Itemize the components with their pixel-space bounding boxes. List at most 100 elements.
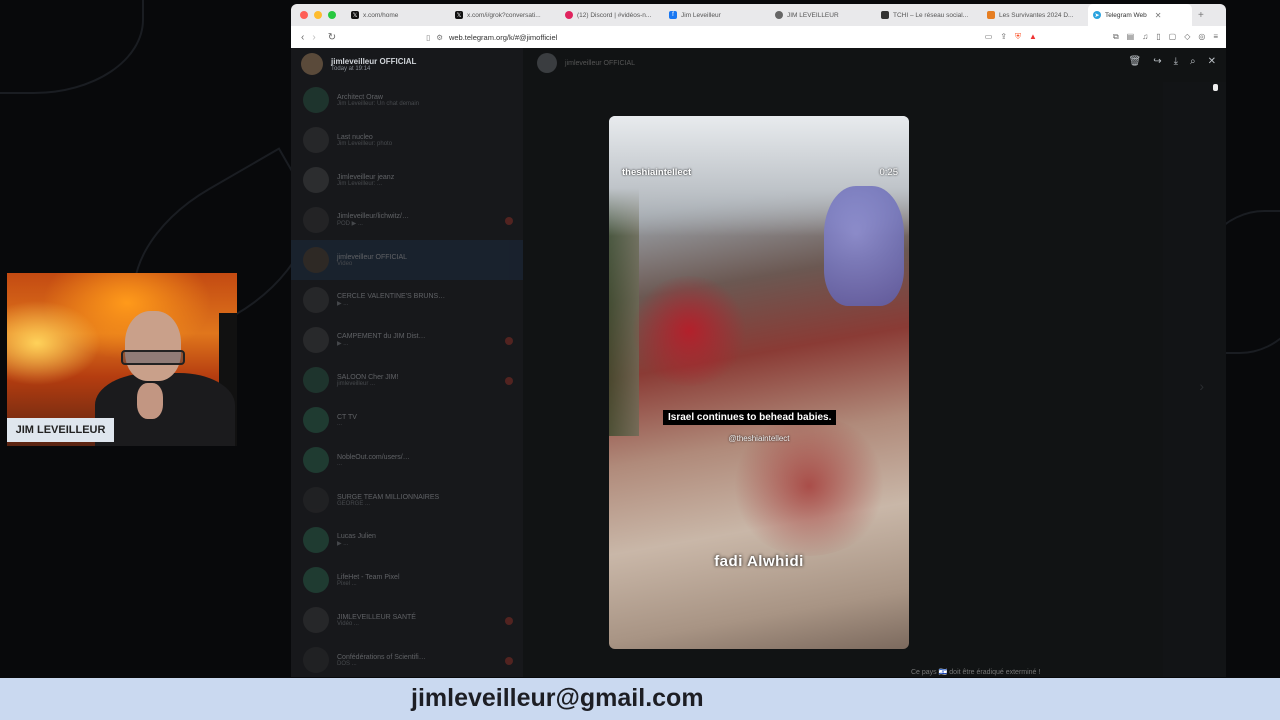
- avatar: [303, 167, 329, 193]
- chat-list-item[interactable]: CT TV...: [291, 400, 523, 440]
- chat-list-item[interactable]: SALOON Cher JIM! jimleveilleur ...: [291, 360, 523, 400]
- menu-icon[interactable]: ≡: [1213, 32, 1218, 42]
- video-timestamp: 0:25: [879, 167, 899, 178]
- chat-name: Architect Oraw: [337, 93, 383, 101]
- chat-preview: Vidéo ...: [337, 620, 359, 627]
- minimize-window-button[interactable]: [314, 11, 322, 19]
- chat-list-item[interactable]: SURGE TEAM MILLIONNAIRES GEORGE ...: [291, 480, 523, 520]
- chat-name: Jimleveilleur/lichwitz/…: [337, 213, 409, 220]
- chat-preview: ...: [337, 460, 343, 467]
- new-tab-button[interactable]: +: [1198, 10, 1204, 21]
- profile-header[interactable]: jimleveilleur OFFICIAL Today at 19:14: [291, 48, 523, 80]
- chat-name: CAMPEMENT du JIM Dist…: [337, 333, 426, 340]
- chat-preview: Jim Leveilleur: ...: [337, 180, 383, 187]
- tab-label: (12) Discord | #vidéos-n...: [577, 11, 652, 19]
- reload-icon[interactable]: ↻: [328, 32, 336, 43]
- chat-list-item[interactable]: CERCLE VALENTINE'S BRUNS… ▶ ...: [291, 280, 523, 320]
- wallet-icon[interactable]: ▤: [1127, 32, 1135, 42]
- chat-list-item[interactable]: Confédérations of Scientifi… DOS ...: [291, 640, 523, 677]
- close-icon[interactable]: ✕: [1208, 56, 1216, 67]
- share-icon[interactable]: ⇪: [1000, 32, 1007, 42]
- vpn-icon[interactable]: ◎: [1198, 32, 1205, 42]
- chat-preview: ▶ ...: [337, 541, 349, 547]
- chat-name: CT TV: [337, 413, 357, 421]
- avatar: [537, 53, 557, 73]
- brave-rewards-icon[interactable]: ▲: [1029, 32, 1037, 42]
- chat-list-item[interactable]: JIMLEVEILLEUR SANTÉ Vidéo ...: [291, 600, 523, 640]
- chat-list: Architect Oraw Jim Leveilleur: Un chat de…: [291, 80, 523, 677]
- chat-list-sidebar: jimleveilleur OFFICIAL Today at 19:14 Ar…: [291, 48, 523, 677]
- background-leaf-decoration: [0, 0, 144, 94]
- browser-tab[interactable]: f Jim Leveilleur: [664, 4, 770, 26]
- browser-tab-active[interactable]: ➤ Telegram Web ✕: [1088, 4, 1192, 26]
- tab-label: Telegram Web: [1105, 11, 1147, 19]
- forward-icon[interactable]: ↪: [1153, 56, 1161, 67]
- bookmark-icon[interactable]: ▯: [426, 33, 430, 42]
- webcam-detail: [95, 373, 235, 446]
- video-name-caption: fadi Alwhidi: [714, 553, 804, 570]
- chat-preview: ▶ ...: [337, 301, 349, 307]
- avatar: [303, 127, 329, 153]
- email-banner: jimleveilleur@gmail.com: [0, 678, 1280, 720]
- back-icon[interactable]: ‹: [301, 32, 304, 43]
- video-watermark: theshiaintellect: [622, 167, 692, 178]
- chat-preview: POD ▶ ...: [337, 221, 363, 227]
- browser-tab[interactable]: (12) Discord | #vidéos-n...: [560, 4, 664, 26]
- chat-name: LifeHet - Team Pixel: [337, 573, 400, 581]
- close-window-button[interactable]: [300, 11, 308, 19]
- zoom-icon[interactable]: ⌕: [1190, 56, 1196, 67]
- close-tab-icon[interactable]: ✕: [1155, 11, 1162, 20]
- video-subtitle: Israel continues to behead babies.: [663, 410, 837, 425]
- profile-name: jimleveilleur OFFICIAL: [331, 56, 417, 66]
- email-text: jimleveilleur@gmail.com: [411, 684, 704, 712]
- sidebar-icon[interactable]: ▯: [1156, 32, 1160, 42]
- video-player[interactable]: theshiaintellect 0:25 Israel continues t…: [609, 116, 909, 649]
- chat-list-item[interactable]: jimleveilleur OFFICIAL Video: [291, 240, 523, 280]
- chat-list-item[interactable]: LifeHet - Team Pixel Pixel ...: [291, 560, 523, 600]
- chat-name: Confédérations of Scientifi…: [337, 653, 426, 661]
- avatar: [303, 207, 329, 233]
- delete-icon[interactable]: 🗑: [1128, 56, 1141, 67]
- download-icon[interactable]: ⤓: [1174, 56, 1178, 67]
- chat-preview: Jim Leveilleur: photo: [337, 140, 393, 147]
- brave-shield-icon[interactable]: ⛨: [1015, 32, 1021, 42]
- chat-list-item[interactable]: Jimleveilleur/lichwitz/… POD ▶ ...: [291, 200, 523, 240]
- url-text[interactable]: web.telegram.org/k/#@jimofficiel: [449, 33, 557, 42]
- toolbar-right-icons: ▭ ⇪ ⛨ ▲ ⧉ ▤ ♫ ▯ ▢ ◇ ◎ ≡: [985, 32, 1218, 42]
- webcam-detail: [125, 311, 181, 381]
- pin-icon[interactable]: ◇: [1184, 32, 1190, 42]
- avatar: [303, 567, 329, 593]
- maximize-window-button[interactable]: [328, 11, 336, 19]
- browser-tab[interactable]: 𝕏x.com/home: [346, 4, 450, 26]
- browser-tab[interactable]: 𝕏x.com/i/grok?conversati...: [450, 4, 560, 26]
- screen-icon[interactable]: ▭: [985, 32, 993, 42]
- video-handle: @theshiaintellect: [728, 434, 790, 443]
- chat-preview: jimleveilleur ...: [337, 380, 376, 387]
- avatar: [303, 87, 329, 113]
- avatar: [303, 327, 329, 353]
- chat-list-item[interactable]: CAMPEMENT du JIM Dist… ▶ ...: [291, 320, 523, 360]
- unread-badge: [505, 377, 513, 385]
- browser-tab[interactable]: Les Survivantes 2024 D...: [982, 4, 1088, 26]
- chat-list-item[interactable]: Architect Oraw Jim Leveilleur: Un chat de…: [291, 80, 523, 120]
- chat-list-item[interactable]: Last nucleo Jim Leveilleur: photo: [291, 120, 523, 160]
- extensions-icon[interactable]: ⧉: [1113, 32, 1119, 42]
- tabs-icon[interactable]: ▢: [1169, 32, 1177, 42]
- chat-list-item[interactable]: Jimleveilleur jeanz Jim Leveilleur: ...: [291, 160, 523, 200]
- avatar: [303, 287, 329, 313]
- music-icon[interactable]: ♫: [1142, 32, 1148, 42]
- chat-list-item[interactable]: Lucas Julien ▶ ...: [291, 520, 523, 560]
- avatar: [303, 367, 329, 393]
- site-info-icon[interactable]: ⚙: [436, 33, 443, 42]
- browser-tab[interactable]: JIM LEVEILLEUR: [770, 4, 876, 26]
- address-bar[interactable]: ▯ ⚙ web.telegram.org/k/#@jimofficiel: [426, 33, 557, 42]
- chat-name: Lucas Julien: [337, 533, 376, 540]
- chat-list-item[interactable]: NobleOut.com/users/…...: [291, 440, 523, 480]
- chat-preview: DOS ...: [337, 660, 357, 667]
- browser-tab[interactable]: TCHI – Le réseau social...: [876, 4, 982, 26]
- forward-icon[interactable]: ›: [312, 32, 315, 43]
- next-media-arrow-icon[interactable]: ›: [1199, 378, 1204, 394]
- media-side-panel: [1163, 82, 1226, 677]
- x-logo-icon: 𝕏: [455, 11, 463, 19]
- chat-preview: ▶ ...: [337, 341, 349, 347]
